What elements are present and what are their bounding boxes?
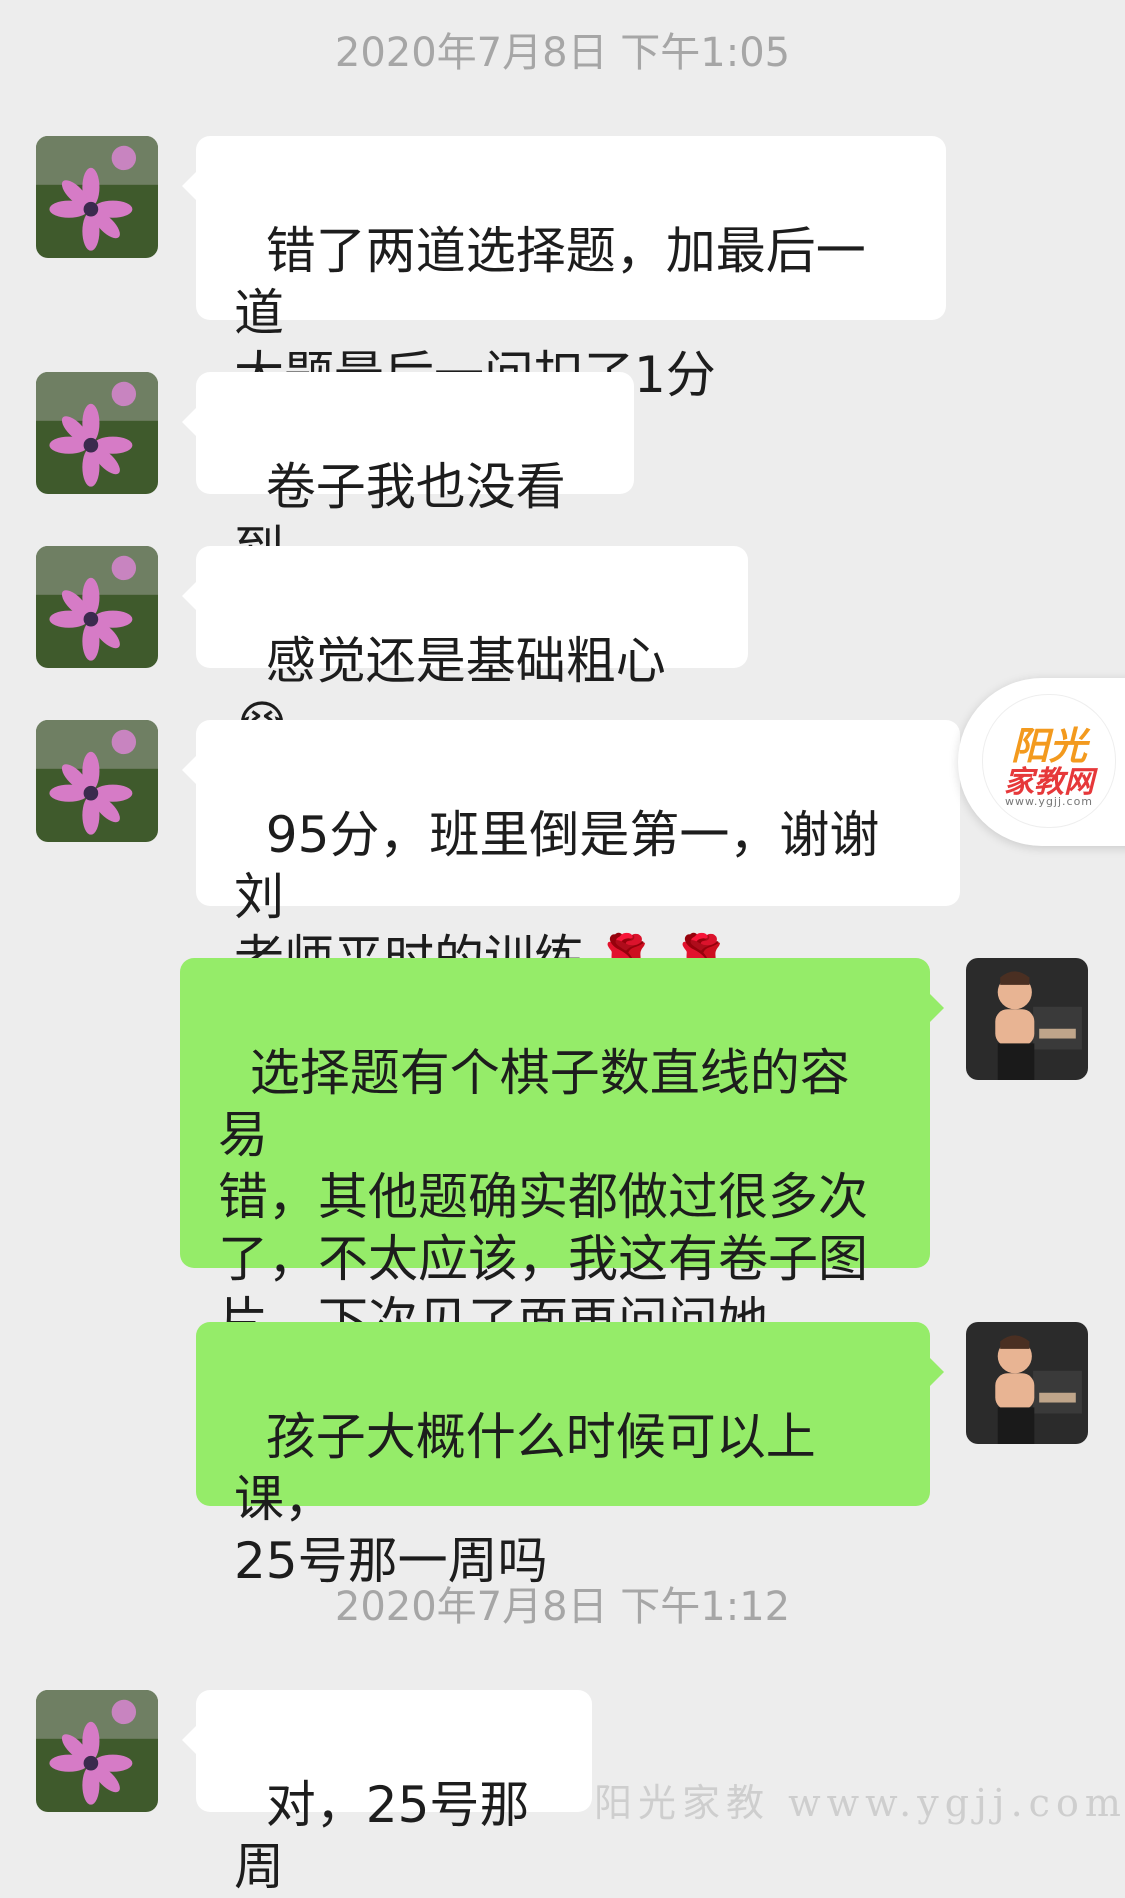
logo-badge: 阳光 家教网 www.ygjj.com [982, 694, 1116, 828]
contact-avatar[interactable] [36, 136, 158, 258]
flower-icon [36, 546, 158, 668]
contact-avatar[interactable] [36, 1690, 158, 1812]
message-bubble[interactable]: 孩子大概什么时候可以上课， 25号那一周吗 [196, 1322, 944, 1590]
flower-icon [36, 372, 158, 494]
contact-avatar[interactable] [36, 546, 158, 668]
flower-icon [36, 136, 158, 258]
contact-avatar[interactable] [36, 720, 158, 842]
baby-photo-icon [966, 958, 1088, 1080]
message-text: 选择题有个棋子数直线的容易 错，其他题确实都做过很多次 了，不太应该，我这有卷子… [218, 1044, 868, 1350]
message-bubble[interactable]: 错了两道选择题，加最后一道 大题最后一问扣了1分 [182, 136, 946, 404]
baby-photo-icon [966, 1322, 1088, 1444]
message-text: 孩子大概什么时候可以上课， 25号那一周吗 [234, 1408, 816, 1590]
message-bubble[interactable]: 选择题有个棋子数直线的容易 错，其他题确实都做过很多次 了，不太应该，我这有卷子… [180, 958, 944, 1350]
message-text: 对，25号那周 [234, 1776, 530, 1896]
my-avatar[interactable] [966, 1322, 1088, 1444]
contact-avatar[interactable] [36, 372, 158, 494]
floating-logo-button[interactable]: 阳光 家教网 www.ygjj.com [958, 678, 1125, 846]
message-bubble[interactable]: 对，25号那周 [182, 1690, 592, 1896]
flower-icon [36, 720, 158, 842]
logo-url-text: www.ygjj.com [1004, 795, 1094, 808]
message-bubble[interactable]: 卷子我也没看到 [182, 372, 634, 578]
flower-icon [36, 1690, 158, 1812]
message-text: 感觉还是基础粗心 [265, 632, 666, 690]
watermark: 阳光家教 www.ygjj.com [594, 1781, 1125, 1825]
message-bubble[interactable]: 感觉还是基础粗心😭 [182, 546, 748, 752]
timestamp: 2020年7月8日 下午1:12 [334, 1584, 791, 1630]
my-avatar[interactable] [966, 958, 1088, 1080]
timestamp: 2020年7月8日 下午1:05 [334, 30, 791, 76]
message-bubble[interactable]: 95分，班里倒是第一，谢谢刘 老师平时的训练🌹 🌹 [182, 720, 960, 988]
